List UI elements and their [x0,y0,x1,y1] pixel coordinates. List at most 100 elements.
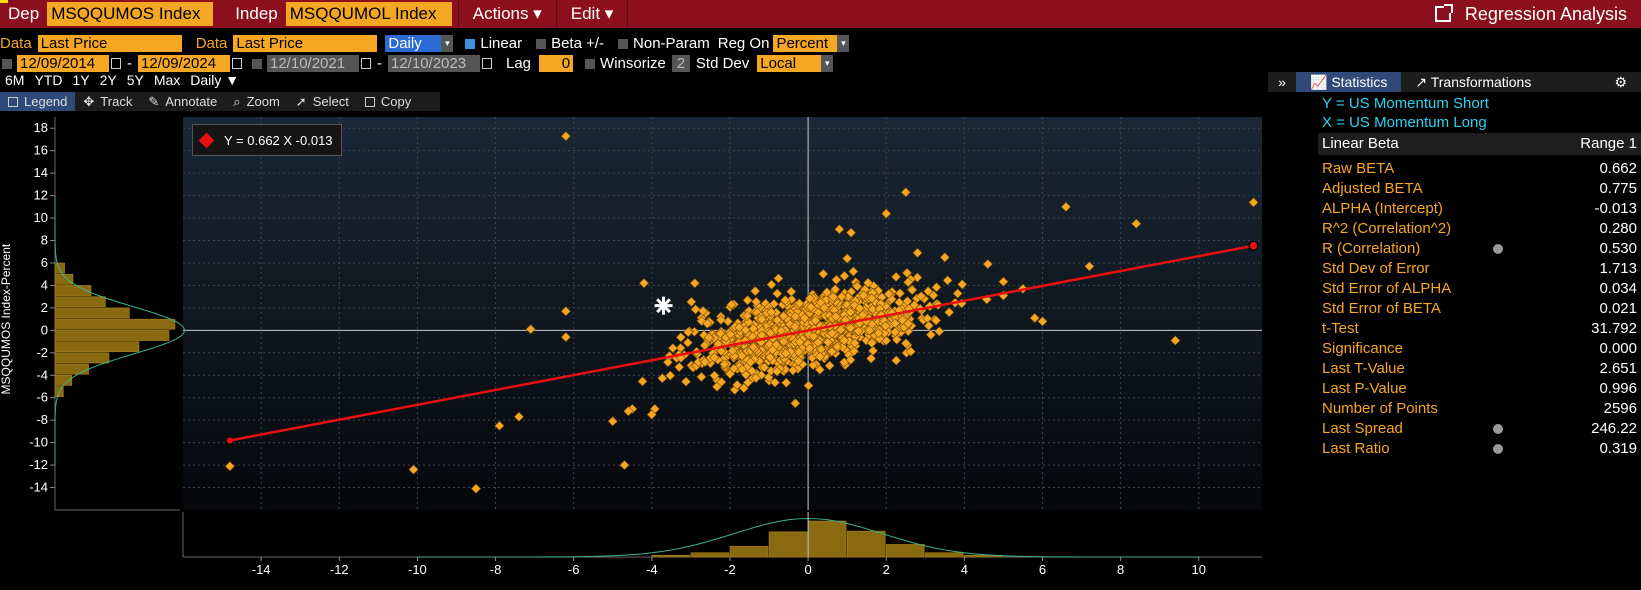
reg-on-label: Reg On [717,35,770,52]
date-separator: - [377,55,382,72]
gear-icon[interactable]: ⚙ [1614,74,1641,91]
range1-checkbox[interactable] [2,58,12,69]
data1-field[interactable]: Last Price [37,35,182,52]
stat-value: 2596 [1603,400,1637,417]
y-tick-label: 2 [41,300,48,315]
track-tool[interactable]: ✥ Track [75,92,140,111]
stat-value: 0.530 [1599,240,1637,257]
range2-checkbox[interactable] [252,58,262,69]
external-link-icon[interactable] [1434,4,1453,22]
y-tick-label: -4 [36,367,48,382]
edit-menu[interactable]: Edit ▾ [555,0,629,28]
y-tick-label: -10 [29,435,48,450]
title-area: Regression Analysis [1434,4,1641,25]
winsorize-checkbox[interactable] [585,58,596,69]
trend-icon: ↗ [1415,74,1431,90]
stat-label: Std Error of BETA [1322,300,1441,317]
info-icon [1493,179,1507,199]
stat-value: 2.651 [1599,360,1637,377]
stat-row: Number of Points 2596 [1318,399,1641,419]
y-hist-bar [54,352,110,364]
winsorize-label: Winsorize [600,55,666,72]
info-icon[interactable] [1493,439,1507,459]
window-indicator [0,0,8,3]
period-ytd[interactable]: YTD [29,72,67,88]
stat-label: Last Ratio [1322,440,1390,457]
y-tick-label: 14 [34,165,48,180]
stat-row: Std Error of BETA 0.021 [1318,299,1641,319]
y-tick-label: 18 [34,120,48,135]
panel-tabs: » 📈 Statistics ↗ Transformations ⚙ [1268,72,1641,92]
info-icon[interactable] [1493,419,1507,439]
chart-toolbar: Legend ✥ Track ✎ Annotate ⌕ Zoom ➚ Select Co… [0,92,440,111]
tab-transformations[interactable]: ↗ Transformations [1401,72,1545,92]
indep-ticker-input[interactable]: MSQQUMOL Index [285,2,452,26]
y-hist-bar [54,363,89,375]
legend-tool[interactable]: Legend [0,92,76,111]
annotate-tool[interactable]: ✎ Annotate [140,92,225,111]
y-definition: Y = US Momentum Short [1322,95,1489,112]
stddev-select[interactable]: Local [757,55,822,72]
dep-label: Dep [8,4,40,23]
reg-on-dropdown-icon[interactable]: ▾ [837,35,850,52]
x-tick-label: -12 [330,562,349,577]
stat-value: 0.021 [1599,300,1637,317]
stat-row: Last Spread 246.22 [1318,419,1641,439]
y-tick-label: 4 [41,277,48,292]
y-hist-bar [54,341,140,353]
y-tick-label: 8 [41,233,48,248]
legend-icon [8,96,18,107]
info-icon[interactable] [1493,239,1507,259]
lag-input[interactable]: 0 [539,55,574,72]
tab-transformations-label: Transformations [1430,74,1532,90]
period-6m[interactable]: 6M [0,72,29,88]
y-tick-label: -8 [36,412,48,427]
y-tick-label: -2 [36,345,48,360]
calendar-icon[interactable] [232,58,242,69]
nonparam-checkbox[interactable] [618,38,629,49]
calendar-icon[interactable] [482,58,492,69]
info-icon [1493,279,1507,299]
beta-checkbox[interactable] [536,38,547,49]
start-date2-input[interactable]: 12/10/2021 [267,55,359,72]
period-max[interactable]: Max [149,72,185,88]
x-hist-bar [729,545,769,558]
stat-row: Std Error of ALPHA 0.034 [1318,279,1641,299]
period-2y[interactable]: 2Y [95,72,122,88]
data2-field[interactable]: Last Price [233,35,378,52]
x-tick-label: -2 [724,562,736,577]
frequency-select[interactable]: Daily [385,35,442,52]
stddev-dropdown-icon[interactable]: ▾ [821,55,834,72]
frequency-dropdown-icon[interactable]: ▾ [441,35,454,52]
lag-label: Lag [506,55,532,72]
stat-label: Last T-Value [1322,360,1405,377]
regression-endpoint [1248,240,1259,251]
dep-ticker-input[interactable]: MSQQUMOS Index [47,2,214,26]
y-tick-label: 6 [41,255,48,270]
zoom-tool[interactable]: ⌕ Zoom [225,92,288,111]
chart-legend[interactable]: Y = 0.662 X -0.013 [192,124,342,156]
calendar-icon[interactable] [111,58,121,69]
tab-statistics[interactable]: 📈 Statistics [1296,72,1402,92]
x-tick-label: 6 [1039,562,1046,577]
stat-label: R^2 (Correlation^2) [1322,220,1452,237]
collapse-chevron-icon[interactable]: » [1268,74,1296,90]
copy-tool[interactable]: Copy [357,92,419,111]
calendar-icon[interactable] [361,58,371,69]
period-1y[interactable]: 1Y [67,72,94,88]
linear-checkbox[interactable] [465,38,476,49]
end-date2-input[interactable]: 12/10/2023 [388,55,480,72]
regression-chart[interactable]: 18 16 14 12 10 8 6 4 2 0 -2 -4 -6 -8 -10 -12 -14 MSQQUMOS… [0,113,1262,590]
reg-on-select[interactable]: Percent [773,35,838,52]
cursor-icon: ➚ [295,93,307,109]
stat-value: 0.319 [1599,440,1637,457]
stats-header-left: Linear Beta [1322,135,1399,152]
winsorize-input[interactable]: 2 [671,55,690,72]
actions-menu[interactable]: Actions ▾ [457,0,556,28]
crosshair-icon: ✥ [83,93,95,109]
period-5y[interactable]: 5Y [122,72,149,88]
period-frequency[interactable]: Daily ▼ [185,72,244,88]
stats-list: Raw BETA 0.662 Adjusted BETA 0.775 ALPHA (In… [1318,159,1641,459]
x-tick-label: 0 [804,562,811,577]
select-tool[interactable]: ➚ Select [288,92,357,111]
